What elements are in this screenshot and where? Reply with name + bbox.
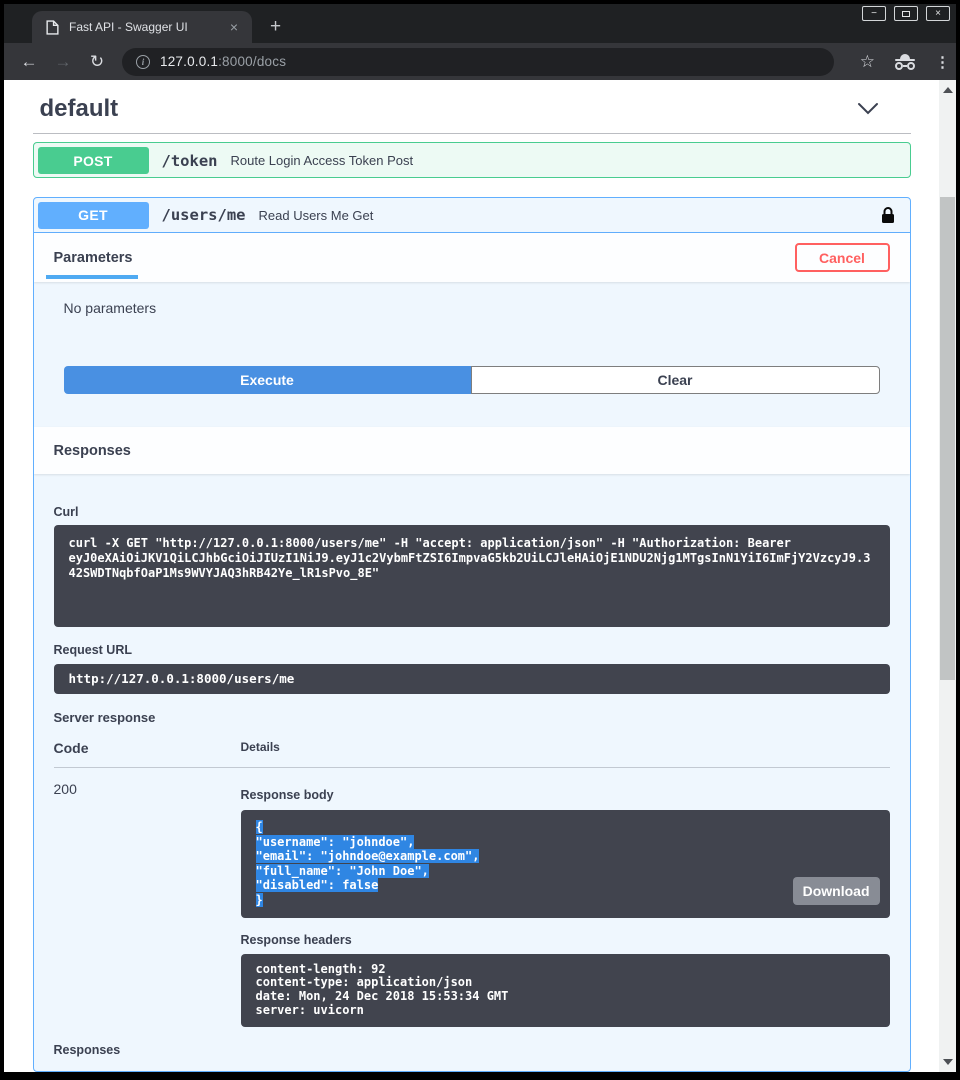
swagger-page: default POST /token Route Login Access T… xyxy=(4,80,939,1072)
forward-icon[interactable]: → xyxy=(46,52,80,72)
responses-title: Responses xyxy=(54,443,131,459)
close-icon: × xyxy=(935,9,941,19)
tab-title: Fast API - Swagger UI xyxy=(69,20,226,34)
endpoint-path: /token xyxy=(162,152,218,170)
url-bar[interactable]: i 127.0.0.1:8000/docs xyxy=(122,48,834,76)
response-body-label: Response body xyxy=(241,788,890,802)
tab-parameters[interactable]: Parameters xyxy=(54,250,133,266)
curl-label: Curl xyxy=(54,505,890,519)
request-url-label: Request URL xyxy=(54,643,890,657)
execute-button[interactable]: Execute xyxy=(64,366,471,394)
cancel-button[interactable]: Cancel xyxy=(795,243,890,272)
url-text: 127.0.0.1:8000/docs xyxy=(160,54,286,69)
endpoint-description: Route Login Access Token Post xyxy=(231,153,414,168)
window-minimize-button[interactable]: − xyxy=(862,6,886,21)
no-parameters-text: No parameters xyxy=(34,282,910,316)
window-controls: − × xyxy=(862,6,950,21)
section-header-default[interactable]: default xyxy=(33,80,911,134)
reload-icon[interactable]: ↻ xyxy=(80,52,114,72)
window-close-button[interactable]: × xyxy=(926,6,950,21)
clear-button[interactable]: Clear xyxy=(471,366,880,394)
endpoint-description: Read Users Me Get xyxy=(259,208,374,223)
server-response-table-header: Code Details xyxy=(54,740,890,768)
response-headers-label: Response headers xyxy=(241,933,890,947)
endpoint-path: /users/me xyxy=(162,206,246,224)
scrollbar-thumb[interactable] xyxy=(940,197,955,680)
browser-menu-icon[interactable]: ⋮ xyxy=(935,53,950,71)
back-icon[interactable]: ← xyxy=(12,52,46,72)
tab-strip: Fast API - Swagger UI × + − × xyxy=(4,4,956,43)
endpoint-post-token: POST /token Route Login Access Token Pos… xyxy=(33,142,911,178)
browser-toolbar: ← → ↻ i 127.0.0.1:8000/docs ☆ ⋮ xyxy=(4,43,956,80)
scrollbar-down-icon[interactable] xyxy=(943,1059,953,1065)
details-column-header: Details xyxy=(241,740,280,756)
download-button[interactable]: Download xyxy=(793,877,880,905)
document-icon xyxy=(46,20,60,35)
server-response-label: Server response xyxy=(54,710,890,725)
minimize-icon: − xyxy=(871,9,877,19)
window-maximize-button[interactable] xyxy=(894,6,918,21)
maximize-icon xyxy=(902,11,910,17)
active-tab-underline xyxy=(46,275,138,279)
new-tab-icon[interactable]: + xyxy=(270,16,281,38)
endpoint-get-summary-row[interactable]: GET /users/me Read Users Me Get xyxy=(34,198,910,233)
chevron-down-icon[interactable] xyxy=(857,102,879,120)
incognito-icon xyxy=(895,54,915,70)
endpoint-get-users-me: GET /users/me Read Users Me Get Paramete… xyxy=(33,197,911,1072)
endpoint-post-summary-row[interactable]: POST /token Route Login Access Token Pos… xyxy=(34,143,910,178)
post-method-badge: POST xyxy=(38,147,149,174)
browser-tab[interactable]: Fast API - Swagger UI × xyxy=(32,11,252,43)
status-code: 200 xyxy=(54,768,241,1027)
scrollbar-up-icon[interactable] xyxy=(943,87,953,93)
response-headers-block: content-length: 92 content-type: applica… xyxy=(241,954,890,1027)
curl-command-block[interactable]: curl -X GET "http://127.0.0.1:8000/users… xyxy=(54,525,890,627)
code-column-header: Code xyxy=(54,740,241,756)
responses-section-header: Responses xyxy=(34,427,910,474)
documented-responses-label: Responses xyxy=(54,1043,890,1057)
lock-icon[interactable] xyxy=(881,206,895,224)
request-url-value: http://127.0.0.1:8000/users/me xyxy=(54,664,890,694)
response-body-block[interactable]: { "username": "johndoe", "email": "johnd… xyxy=(241,810,890,918)
tab-close-icon[interactable]: × xyxy=(226,19,242,35)
page-scrollbar[interactable] xyxy=(939,80,956,1072)
section-title: default xyxy=(40,95,119,123)
server-response-row: 200 Response body { "username": "johndoe… xyxy=(54,768,890,1027)
info-icon[interactable]: i xyxy=(136,55,150,69)
parameters-section-header: Parameters Cancel xyxy=(34,233,910,282)
bookmark-star-icon[interactable]: ☆ xyxy=(860,52,875,72)
get-method-badge: GET xyxy=(38,202,149,229)
